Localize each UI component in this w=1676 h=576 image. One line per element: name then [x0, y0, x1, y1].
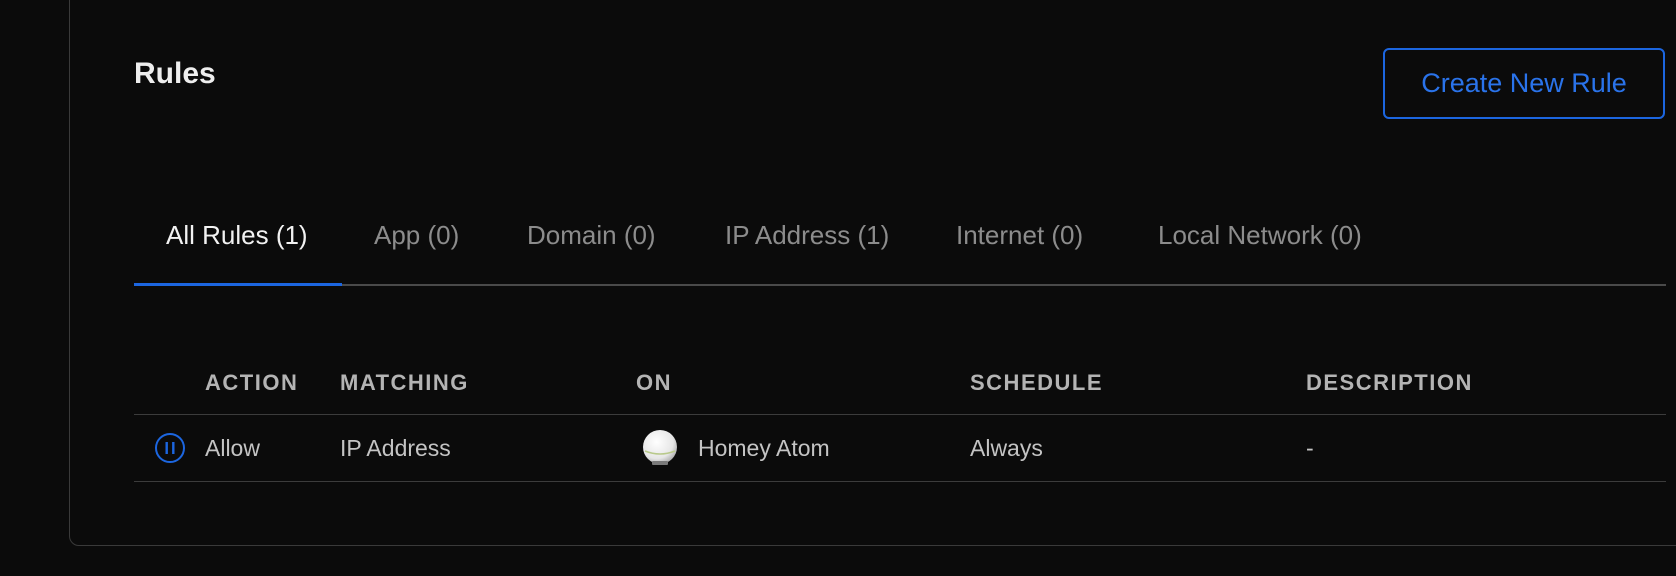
- homey-atom-device-icon: [643, 430, 677, 465]
- rules-tab-bar: All Rules (1) App (0) Domain (0) IP Addr…: [134, 202, 1666, 286]
- table-row-divider: [134, 481, 1666, 482]
- tab-app[interactable]: App (0): [374, 202, 459, 286]
- rule-matching: IP Address: [340, 435, 451, 461]
- rule-action: Allow: [205, 435, 260, 461]
- rule-description: -: [1306, 435, 1314, 461]
- rule-schedule: Always: [970, 435, 1043, 461]
- tab-local-network[interactable]: Local Network (0): [1158, 202, 1362, 286]
- column-header-description: DESCRIPTION: [1306, 370, 1473, 395]
- rules-page: Rules Create New Rule All Rules (1) App …: [0, 0, 1676, 576]
- tab-domain[interactable]: Domain (0): [527, 202, 656, 286]
- tab-ip-address[interactable]: IP Address (1): [725, 202, 889, 286]
- page-title: Rules: [134, 57, 216, 90]
- pause-circle-icon[interactable]: [154, 432, 186, 464]
- column-header-action: ACTION: [205, 370, 299, 395]
- column-header-on: ON: [636, 370, 672, 395]
- column-header-matching: MATCHING: [340, 370, 469, 395]
- tab-internet[interactable]: Internet (0): [956, 202, 1083, 286]
- rule-device-name[interactable]: Homey Atom: [698, 433, 830, 463]
- create-new-rule-button[interactable]: Create New Rule: [1383, 48, 1665, 119]
- tab-all-rules[interactable]: All Rules (1): [166, 202, 308, 286]
- column-header-schedule: SCHEDULE: [970, 370, 1104, 395]
- active-tab-indicator: [134, 283, 342, 286]
